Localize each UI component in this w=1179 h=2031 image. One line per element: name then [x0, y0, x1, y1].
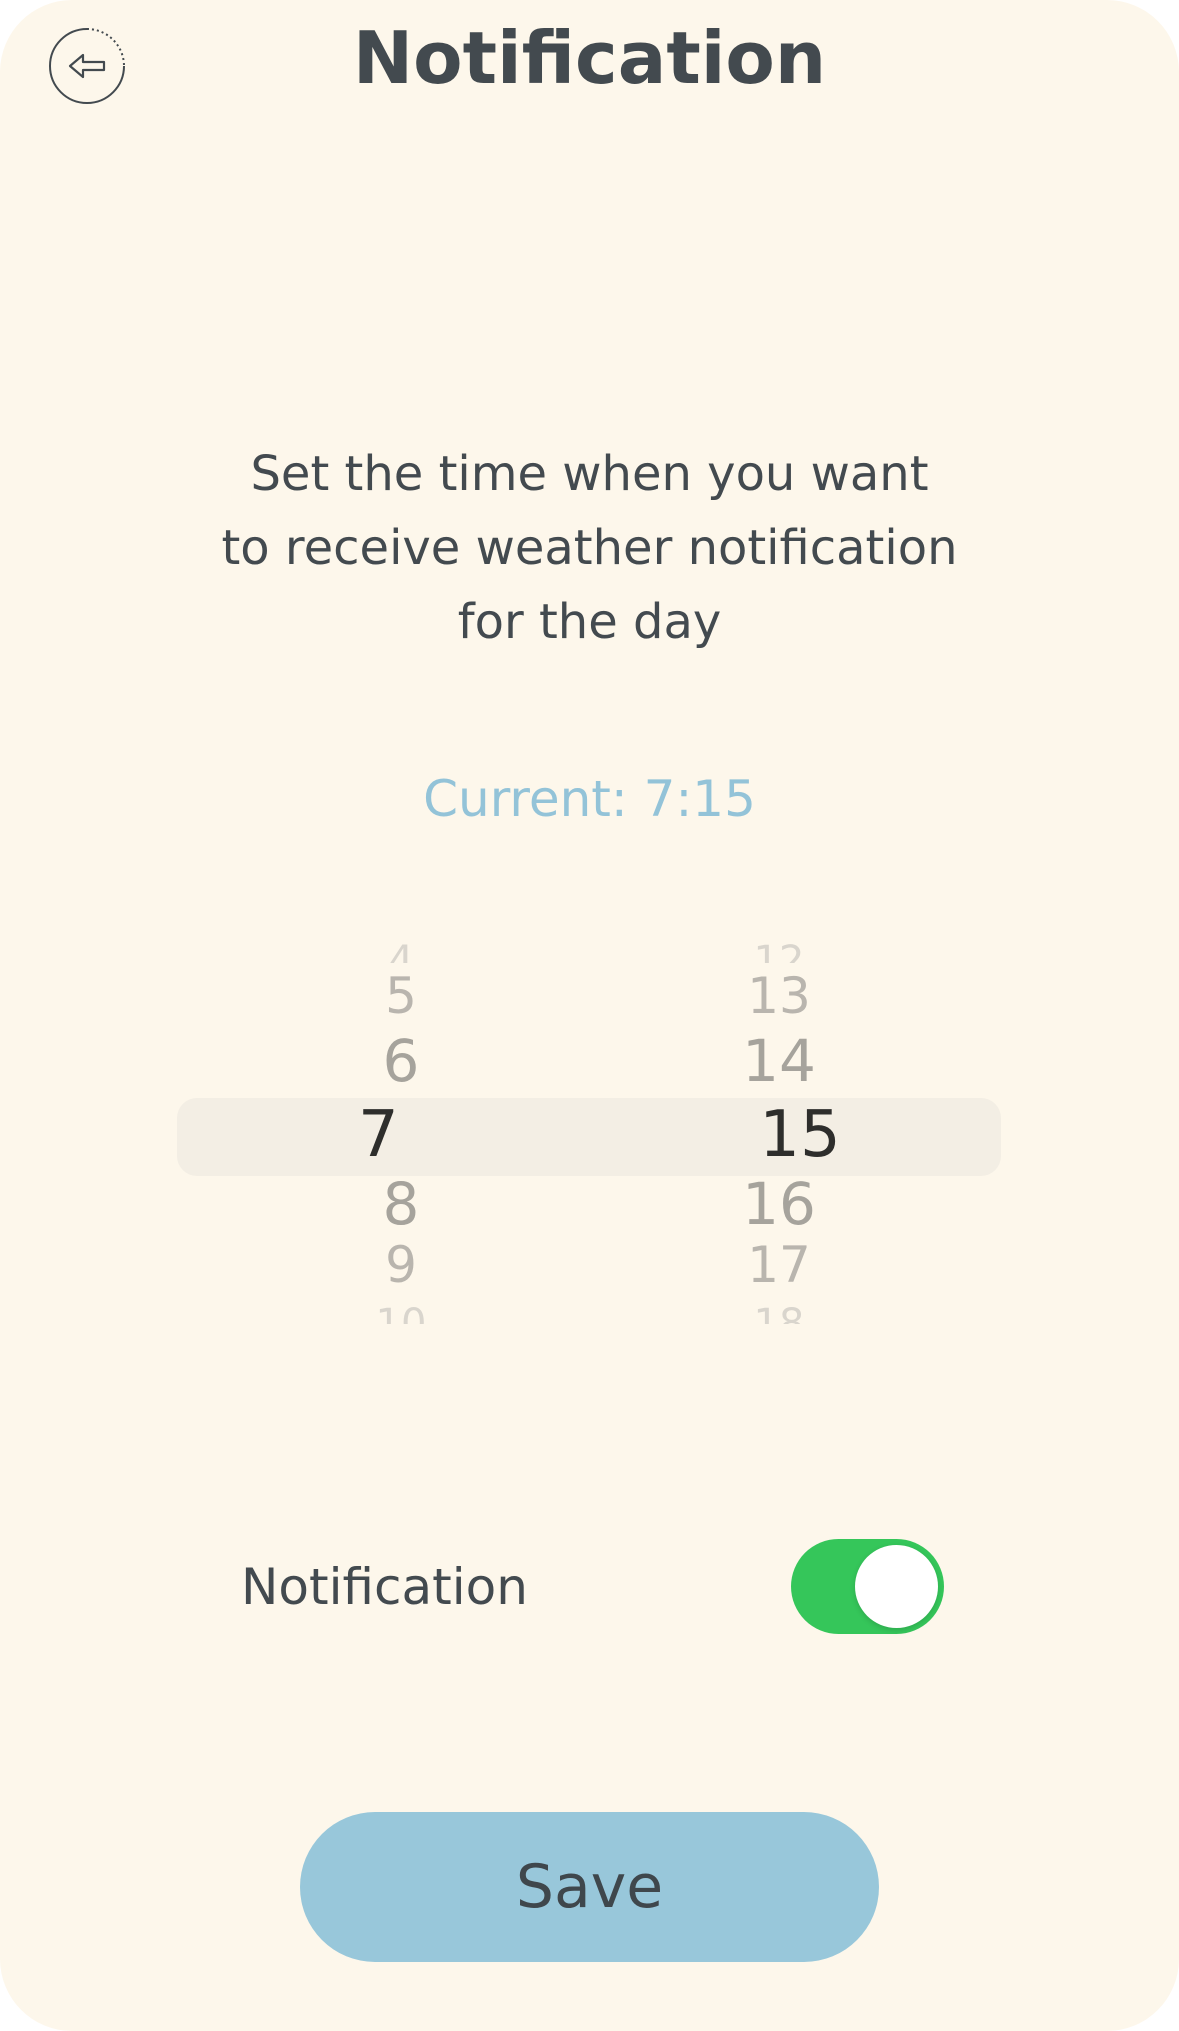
- time-picker[interactable]: 4 5 6 7 8 9 10 12 13 14 15 16 17 18: [0, 935, 1179, 1335]
- minute-option[interactable]: 13: [659, 971, 899, 1021]
- instructions-line-2: to receive weather notification: [221, 520, 958, 576]
- minute-option[interactable]: 12: [659, 941, 899, 963]
- page-title: Notification: [352, 16, 827, 100]
- minute-option[interactable]: 17: [659, 1240, 899, 1290]
- hour-option[interactable]: 10: [281, 1304, 521, 1324]
- hour-option[interactable]: 4: [281, 941, 521, 963]
- minute-option[interactable]: 16: [659, 1175, 899, 1233]
- minute-option[interactable]: 18: [659, 1304, 899, 1324]
- selected-hour[interactable]: 7: [258, 1103, 598, 1167]
- hour-option[interactable]: 5: [281, 971, 521, 1021]
- minute-option[interactable]: 14: [659, 1032, 899, 1090]
- save-button[interactable]: Save: [300, 1812, 879, 1962]
- notification-toggle[interactable]: [791, 1539, 944, 1634]
- notification-screen: Notification Set the time when you want …: [0, 0, 1179, 2031]
- hour-option[interactable]: 8: [281, 1175, 521, 1233]
- instructions-text: Set the time when you want to receive we…: [150, 437, 1029, 659]
- hour-option[interactable]: 9: [281, 1240, 521, 1290]
- selected-minute[interactable]: 15: [680, 1103, 920, 1167]
- current-time-label: Current: 7:15: [423, 770, 756, 828]
- hour-option[interactable]: 6: [281, 1032, 521, 1090]
- instructions-line-1: Set the time when you want: [250, 446, 929, 502]
- instructions-line-3: for the day: [457, 594, 722, 650]
- toggle-knob: [855, 1545, 938, 1628]
- notification-label: Notification: [241, 1558, 528, 1616]
